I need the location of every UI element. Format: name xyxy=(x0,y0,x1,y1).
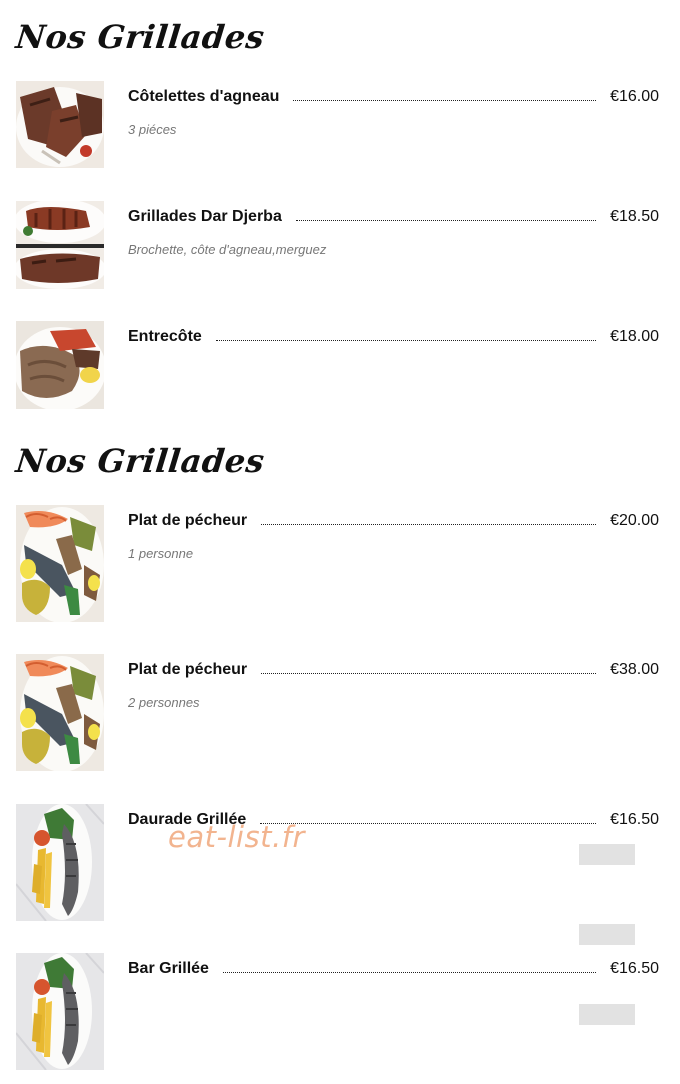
dotted-leader xyxy=(222,972,597,973)
dotted-leader xyxy=(261,524,597,525)
section-title: Nos Grillades xyxy=(14,18,267,56)
placeholder-block xyxy=(579,1004,635,1025)
section-title: Nos Grillades xyxy=(14,442,267,480)
menu-item-description: 3 piéces xyxy=(128,122,177,137)
lamb-chops-photo[interactable] xyxy=(16,81,104,168)
menu-item-name: Côtelettes d'agneau xyxy=(128,88,280,105)
entrecote-photo[interactable] xyxy=(16,321,104,409)
dotted-leader xyxy=(293,100,597,101)
dotted-leader xyxy=(295,220,597,221)
mixed-grill-photo[interactable] xyxy=(16,201,104,289)
menu-item-price: €18.50 xyxy=(610,208,659,225)
seafood-platter-photo[interactable] xyxy=(16,654,104,771)
menu-item-name: Plat de pécheur xyxy=(128,512,248,529)
menu-item-name: Plat de pécheur xyxy=(128,661,248,678)
menu-item-description: 2 personnes xyxy=(128,695,200,710)
dotted-leader xyxy=(260,823,597,824)
menu-item-price: €18.00 xyxy=(610,328,659,345)
grilled-fish-photo[interactable] xyxy=(16,804,104,921)
menu-item-price: €16.00 xyxy=(610,88,659,105)
menu-item-description: 1 personne xyxy=(128,546,194,561)
menu-item-name: Bar Grillée xyxy=(128,960,209,977)
dotted-leader xyxy=(261,673,597,674)
menu-item-price: €20.00 xyxy=(610,512,659,529)
placeholder-block xyxy=(579,844,635,865)
menu-item-name: Entrecôte xyxy=(128,328,202,345)
menu-item-description: Brochette, côte d'agneau,merguez xyxy=(128,242,327,257)
menu-item-price: €38.00 xyxy=(610,661,659,678)
dotted-leader xyxy=(215,340,597,341)
menu-item-price: €16.50 xyxy=(610,811,659,828)
watermark: eat-list.fr xyxy=(168,820,305,854)
placeholder-block xyxy=(579,924,635,945)
menu-item-name: Grillades Dar Djerba xyxy=(128,208,282,225)
seafood-platter-photo[interactable] xyxy=(16,505,104,622)
menu-item-price: €16.50 xyxy=(610,960,659,977)
grilled-fish-photo[interactable] xyxy=(16,953,104,1070)
